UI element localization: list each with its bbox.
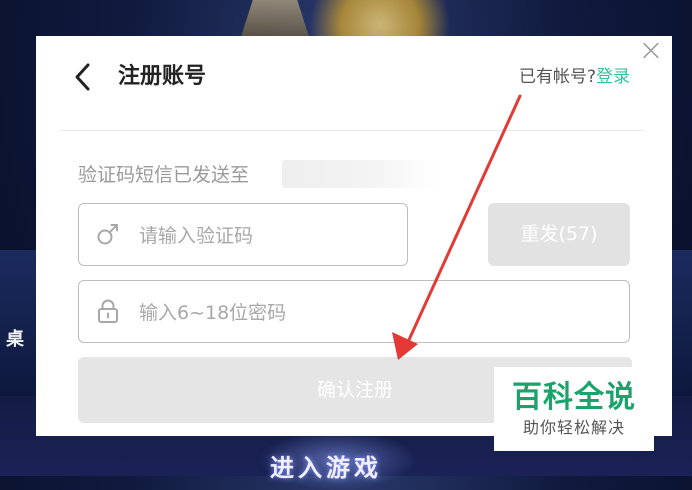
chevron-left-icon [75, 63, 90, 91]
verification-code-field[interactable] [78, 203, 408, 267]
watermark-logo: 百科全说 助你轻松解决 [494, 367, 654, 451]
close-icon[interactable]: × [638, 36, 664, 66]
resend-code-button[interactable]: 重发(57) [488, 203, 630, 266]
password-input[interactable] [137, 281, 621, 344]
sms-sent-message: 验证码短信已发送至 [78, 164, 250, 186]
watermark-title: 百科全说 [512, 380, 636, 415]
watermark-subtitle: 助你轻松解决 [522, 418, 625, 437]
login-hint: 已有帐号?登录 [519, 64, 630, 90]
lock-icon [95, 298, 121, 324]
login-link[interactable]: 登录 [596, 67, 630, 87]
dialog-title: 注册账号 [118, 64, 207, 89]
background-left-text: 桌 [6, 329, 24, 350]
enter-game-text: 进入游戏 [270, 454, 382, 482]
background-lantern [240, 0, 310, 40]
male-symbol-icon [95, 221, 121, 247]
password-field[interactable] [78, 280, 630, 344]
header-divider [60, 130, 644, 131]
verification-code-input[interactable] [137, 204, 399, 267]
back-button[interactable] [72, 62, 94, 92]
blurred-phone-number [282, 160, 438, 188]
login-prompt: 已有帐号? [518, 67, 596, 87]
